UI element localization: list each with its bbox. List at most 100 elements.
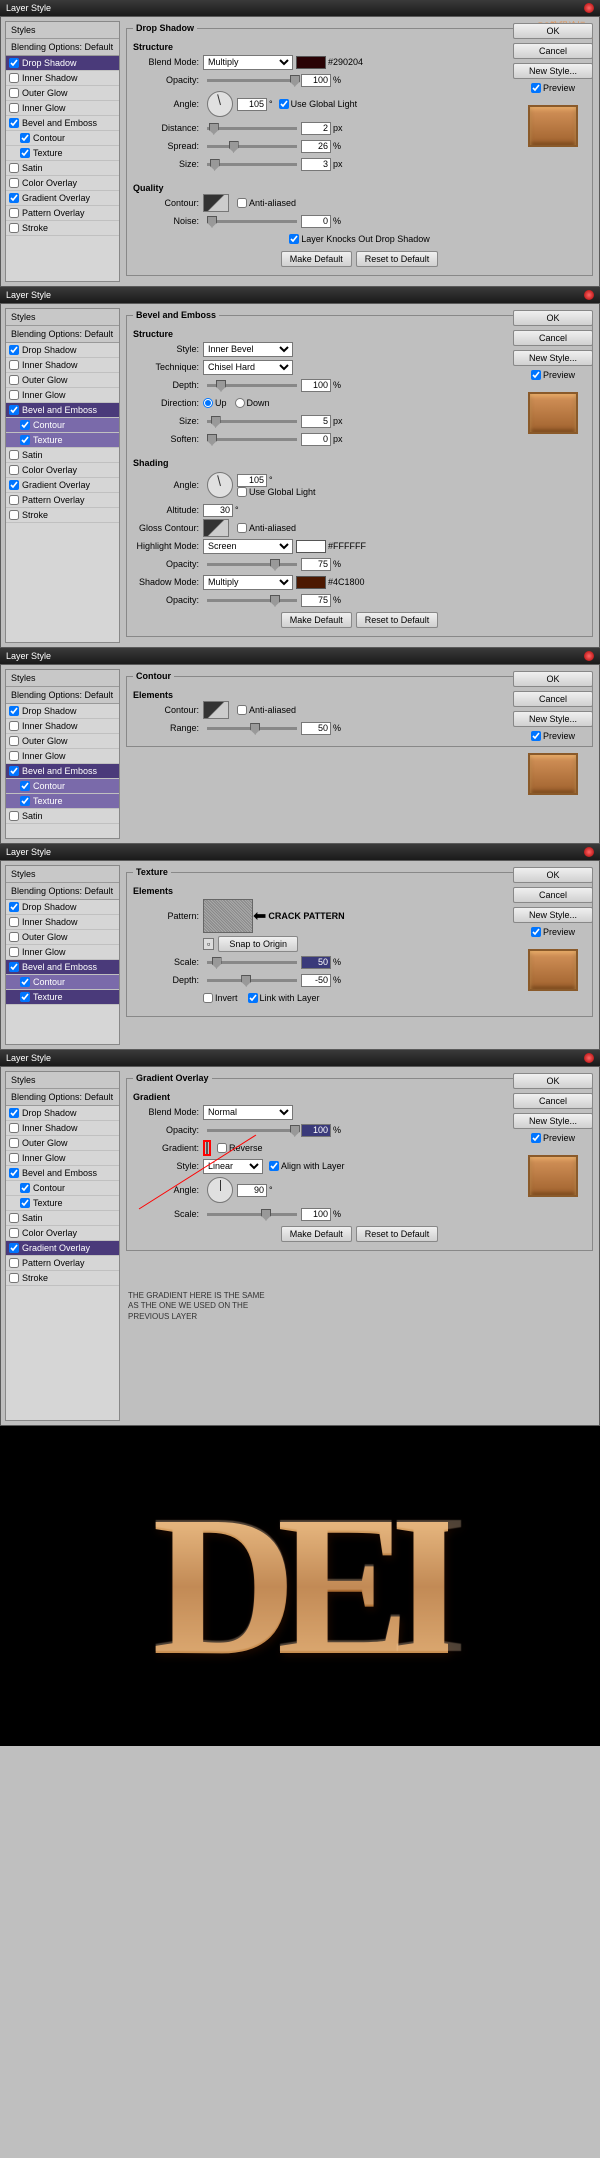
close-icon[interactable]	[584, 1053, 594, 1063]
antialias-check[interactable]: Anti-aliased	[237, 705, 296, 715]
styles-head[interactable]: Styles	[6, 22, 119, 39]
distance-slider[interactable]	[207, 127, 297, 130]
new-style-button[interactable]: New Style...	[513, 1113, 593, 1129]
grad-angle-dial[interactable]	[207, 1177, 233, 1203]
antialias-check[interactable]: Anti-aliased	[237, 523, 296, 533]
technique-select[interactable]: Chisel Hard	[203, 360, 293, 375]
bevel-style-select[interactable]: Inner Bevel	[203, 342, 293, 357]
preview-check[interactable]: Preview	[513, 370, 593, 380]
sidebar-drop-shadow[interactable]: Drop Shadow	[6, 56, 119, 71]
sidebar-contour[interactable]: Contour	[6, 779, 119, 794]
noise-field[interactable]	[301, 215, 331, 228]
new-style-button[interactable]: New Style...	[513, 63, 593, 79]
shading-angle-dial[interactable]	[207, 472, 233, 498]
close-icon[interactable]	[584, 847, 594, 857]
reset-default-button[interactable]: Reset to Default	[356, 612, 439, 628]
direction-up[interactable]: Up	[203, 398, 227, 408]
align-layer-check[interactable]: Align with Layer	[269, 1161, 345, 1171]
grad-opacity-slider[interactable]	[207, 1129, 297, 1132]
grad-scale-slider[interactable]	[207, 1213, 297, 1216]
highlight-opacity-slider[interactable]	[207, 563, 297, 566]
altitude-field[interactable]	[203, 504, 233, 517]
global-light-check[interactable]: Use Global Light	[279, 99, 358, 109]
gradient-picker[interactable]	[206, 1142, 208, 1154]
sidebar-bevel[interactable]: Bevel and Emboss	[6, 116, 119, 131]
reset-default-button[interactable]: Reset to Default	[356, 1226, 439, 1242]
new-preset-icon[interactable]: ▫	[203, 938, 214, 950]
depth-field[interactable]	[301, 379, 331, 392]
shadow-mode-select[interactable]: Multiply	[203, 575, 293, 590]
cancel-button[interactable]: Cancel	[513, 1093, 593, 1109]
highlight-opacity-field[interactable]	[301, 558, 331, 571]
preview-check[interactable]: Preview	[513, 1133, 593, 1143]
soften-field[interactable]	[301, 433, 331, 446]
preview-check[interactable]: Preview	[513, 927, 593, 937]
close-icon[interactable]	[584, 290, 594, 300]
sidebar-satin[interactable]: Satin	[6, 161, 119, 176]
texture-depth-field[interactable]	[301, 974, 331, 987]
sidebar-texture[interactable]: Texture	[6, 146, 119, 161]
shadow-color-swatch[interactable]	[296, 56, 326, 69]
texture-scale-slider[interactable]	[207, 961, 297, 964]
new-style-button[interactable]: New Style...	[513, 711, 593, 727]
cancel-button[interactable]: Cancel	[513, 691, 593, 707]
close-icon[interactable]	[584, 3, 594, 13]
reset-default-button[interactable]: Reset to Default	[356, 251, 439, 267]
preview-check[interactable]: Preview	[513, 83, 593, 93]
sidebar-inner-glow[interactable]: Inner Glow	[6, 101, 119, 116]
shadow-opacity-slider[interactable]	[207, 599, 297, 602]
make-default-button[interactable]: Make Default	[281, 612, 352, 628]
grad-opacity-field[interactable]	[301, 1124, 331, 1137]
blending-options[interactable]: Blending Options: Default	[6, 39, 119, 56]
cancel-button[interactable]: Cancel	[513, 43, 593, 59]
grad-angle-field[interactable]	[237, 1184, 267, 1197]
distance-field[interactable]	[301, 122, 331, 135]
direction-down[interactable]: Down	[235, 398, 270, 408]
ok-button[interactable]: OK	[513, 671, 593, 687]
noise-slider[interactable]	[207, 220, 297, 223]
sidebar-texture[interactable]: Texture	[6, 990, 119, 1005]
shading-angle-field[interactable]	[237, 474, 267, 487]
close-icon[interactable]	[584, 651, 594, 661]
blend-mode-select[interactable]: Multiply	[203, 55, 293, 70]
sidebar-outer-glow[interactable]: Outer Glow	[6, 86, 119, 101]
preview-check[interactable]: Preview	[513, 731, 593, 741]
link-layer-check[interactable]: Link with Layer	[248, 993, 320, 1003]
sidebar-pattern-overlay[interactable]: Pattern Overlay	[6, 206, 119, 221]
grad-scale-field[interactable]	[301, 1208, 331, 1221]
sidebar-inner-shadow[interactable]: Inner Shadow	[6, 71, 119, 86]
ok-button[interactable]: OK	[513, 1073, 593, 1089]
sidebar-contour[interactable]: Contour	[6, 131, 119, 146]
grad-blend-mode-select[interactable]: Normal	[203, 1105, 293, 1120]
global-light-check[interactable]: Use Global Light	[237, 487, 316, 497]
opacity-field[interactable]	[301, 74, 331, 87]
sidebar-gradient-overlay[interactable]: Gradient Overlay	[6, 191, 119, 206]
contour-picker[interactable]	[203, 701, 229, 719]
soften-slider[interactable]	[207, 438, 297, 441]
size-field[interactable]	[301, 158, 331, 171]
ok-button[interactable]: OK	[513, 23, 593, 39]
highlight-mode-select[interactable]: Screen	[203, 539, 293, 554]
pattern-picker[interactable]	[203, 899, 253, 933]
angle-dial[interactable]	[207, 91, 233, 117]
contour-picker[interactable]	[203, 194, 229, 212]
sidebar-bevel[interactable]: Bevel and Emboss	[6, 403, 119, 418]
antialias-check[interactable]: Anti-aliased	[237, 198, 296, 208]
ok-button[interactable]: OK	[513, 310, 593, 326]
bevel-size-field[interactable]	[301, 415, 331, 428]
range-slider[interactable]	[207, 727, 297, 730]
snap-origin-button[interactable]: Snap to Origin	[218, 936, 298, 952]
make-default-button[interactable]: Make Default	[281, 1226, 352, 1242]
texture-scale-field[interactable]	[301, 956, 331, 969]
opacity-slider[interactable]	[207, 79, 297, 82]
shadow-color-swatch[interactable]	[296, 576, 326, 589]
gloss-contour-picker[interactable]	[203, 519, 229, 537]
knockout-check[interactable]: Layer Knocks Out Drop Shadow	[289, 234, 430, 244]
size-slider[interactable]	[207, 163, 297, 166]
drop-shadow-check[interactable]	[9, 58, 19, 68]
sidebar-color-overlay[interactable]: Color Overlay	[6, 176, 119, 191]
invert-check[interactable]: Invert	[203, 993, 238, 1003]
new-style-button[interactable]: New Style...	[513, 907, 593, 923]
cancel-button[interactable]: Cancel	[513, 330, 593, 346]
make-default-button[interactable]: Make Default	[281, 251, 352, 267]
